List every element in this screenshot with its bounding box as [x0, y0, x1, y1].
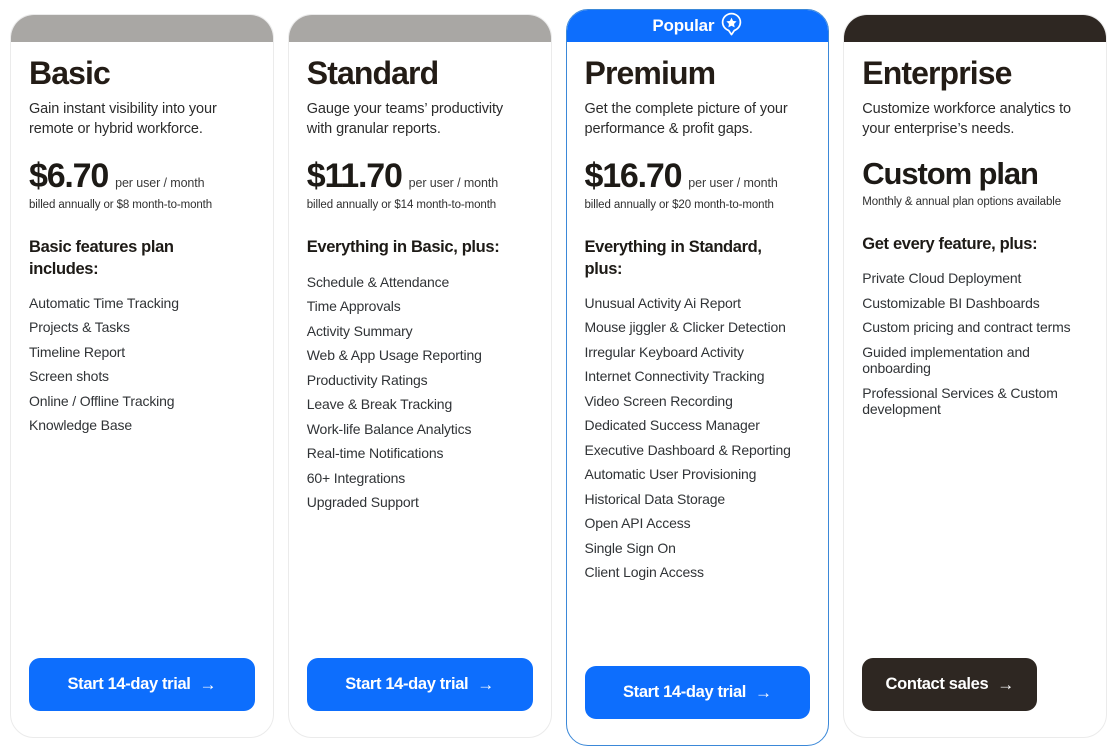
plan-card-basic: Basic Gain instant visibility into your …	[10, 14, 274, 738]
card-accent-bar-basic	[11, 15, 273, 42]
billing-note-premium: billed annually or $20 month-to-month	[584, 199, 774, 212]
plan-tagline-enterprise: Customize workforce analytics to your en…	[862, 101, 1071, 137]
plan-tagline-premium: Get the complete picture of your perform…	[584, 101, 788, 137]
feature-item: Automatic Time Tracking	[29, 294, 179, 311]
arrow-right-icon: →	[755, 683, 772, 702]
plan-name-premium: Premium	[584, 55, 717, 91]
arrow-right-icon: →	[199, 675, 217, 694]
price-amount-premium: $16.70	[584, 157, 683, 196]
feature-item: Mouse jiggler & Clicker Detection	[584, 319, 786, 336]
price-row-premium: $16.70 per user / month	[585, 157, 811, 195]
feature-item: Guided implementation and onboarding	[862, 343, 1030, 377]
popular-badge-label: Popular	[652, 16, 715, 35]
price-row-enterprise: Custom plan	[862, 157, 1088, 192]
feature-item: Video Screen Recording	[584, 392, 733, 409]
feature-item: Single Sign On	[584, 539, 676, 556]
feature-item: Projects & Tasks	[29, 319, 130, 336]
plan-tagline-basic: Gain instant visibility into your remote…	[29, 101, 217, 137]
price-amount-enterprise: Custom plan	[862, 156, 1039, 192]
price-amount-standard: $11.70	[306, 157, 403, 196]
plan-name-basic: Basic	[29, 55, 111, 91]
feature-item: Upgraded Support	[306, 494, 419, 511]
feature-item: Schedule & Attendance	[306, 273, 450, 290]
feature-item: Activity Summary	[306, 322, 413, 339]
feature-item: Screen shots	[29, 368, 109, 385]
features-list-standard: Schedule & Attendance Time Approvals Act…	[307, 274, 533, 511]
feature-item: Leave & Break Tracking	[306, 396, 453, 413]
billing-note-basic: billed annually or $8 month-to-month	[29, 199, 213, 212]
feature-item: Timeline Report	[29, 343, 126, 360]
start-trial-button-standard[interactable]: Start 14-day trial →	[306, 658, 533, 711]
price-row-basic: $6.70 per user / month	[29, 157, 255, 195]
card-accent-bar-enterprise	[844, 15, 1106, 42]
plan-name-enterprise: Enterprise	[862, 55, 1012, 91]
features-list-enterprise: Private Cloud Deployment Customizable BI…	[862, 270, 1088, 418]
price-amount-basic: $6.70	[29, 157, 109, 196]
card-footer-enterprise: Contact sales →	[844, 658, 1106, 737]
billing-note-enterprise: Monthly & annual plan options available	[862, 196, 1062, 209]
plan-card-premium: Popular Premium Get the complete picture…	[565, 9, 830, 746]
feature-item: Dedicated Success Manager	[584, 417, 760, 434]
feature-item: Client Login Access	[584, 564, 704, 581]
price-row-standard: $11.70 per user / month	[307, 157, 533, 195]
star-pin-icon	[721, 12, 742, 41]
feature-item: Work-life Balance Analytics	[306, 420, 472, 437]
feature-item: Historical Data Storage	[584, 490, 726, 507]
billing-note-standard: billed annually or $14 month-to-month	[306, 199, 497, 212]
feature-item: Professional Services & Custom developme…	[862, 384, 1058, 418]
cta-label: Start 14-day trial	[623, 683, 747, 701]
plan-name-standard: Standard	[306, 55, 439, 91]
card-body-standard: Standard Gauge your teams’ productivity …	[289, 42, 551, 658]
popular-badge-bar: Popular	[566, 10, 829, 42]
feature-item: Automatic User Provisioning	[584, 466, 757, 483]
start-trial-button-premium[interactable]: Start 14-day trial →	[584, 666, 811, 719]
features-heading-premium: Everything in Standard, plus:	[584, 238, 763, 278]
price-unit-basic: per user / month	[115, 176, 205, 191]
pricing-plans-grid: Basic Gain instant visibility into your …	[0, 0, 1117, 752]
cta-label: Start 14-day trial	[345, 675, 469, 693]
card-body-basic: Basic Gain instant visibility into your …	[11, 42, 273, 658]
feature-item: Irregular Keyboard Activity	[584, 343, 745, 360]
cta-label: Start 14-day trial	[67, 675, 191, 693]
arrow-right-icon: →	[997, 675, 1014, 694]
price-unit-premium: per user / month	[688, 176, 778, 191]
feature-item: Productivity Ratings	[306, 371, 428, 388]
contact-sales-button[interactable]: Contact sales →	[862, 658, 1038, 711]
features-heading-enterprise: Get every feature, plus:	[862, 235, 1038, 254]
card-footer-premium: Start 14-day trial →	[567, 666, 829, 745]
feature-item: Open API Access	[584, 515, 691, 532]
card-footer-standard: Start 14-day trial →	[289, 658, 551, 737]
feature-item: Time Approvals	[306, 298, 401, 315]
features-heading-basic: Basic features plan includes:	[29, 238, 174, 278]
feature-item: Web & App Usage Reporting	[306, 347, 482, 364]
arrow-right-icon: →	[477, 675, 494, 694]
plan-card-enterprise: Enterprise Customize workforce analytics…	[843, 14, 1107, 738]
feature-item: 60+ Integrations	[306, 469, 406, 486]
features-list-basic: Automatic Time Tracking Projects & Tasks…	[29, 295, 255, 434]
feature-item: Internet Connectivity Tracking	[584, 368, 765, 385]
card-body-premium: Premium Get the complete picture of your…	[567, 42, 829, 666]
plan-card-standard: Standard Gauge your teams’ productivity …	[287, 14, 552, 738]
feature-item: Knowledge Base	[29, 417, 132, 434]
plan-tagline-standard: Gauge your teams’ productivity with gran…	[306, 101, 504, 137]
price-unit-standard: per user / month	[408, 176, 499, 191]
card-footer-basic: Start 14-day trial →	[11, 658, 273, 737]
feature-item: Unusual Activity Ai Report	[584, 294, 742, 311]
feature-item: Customizable BI Dashboards	[862, 294, 1040, 311]
start-trial-button-basic[interactable]: Start 14-day trial →	[29, 658, 255, 711]
card-accent-bar-standard	[288, 15, 551, 42]
feature-item: Private Cloud Deployment	[862, 270, 1022, 287]
feature-item: Executive Dashboard & Reporting	[584, 441, 791, 458]
feature-item: Custom pricing and contract terms	[862, 319, 1071, 336]
cta-label: Contact sales	[885, 675, 989, 693]
feature-item: Online / Offline Tracking	[29, 392, 175, 409]
features-heading-standard: Everything in Basic, plus:	[306, 238, 500, 257]
card-body-enterprise: Enterprise Customize workforce analytics…	[844, 42, 1106, 658]
features-list-premium: Unusual Activity Ai Report Mouse jiggler…	[585, 295, 811, 581]
feature-item: Real-time Notifications	[306, 445, 444, 462]
